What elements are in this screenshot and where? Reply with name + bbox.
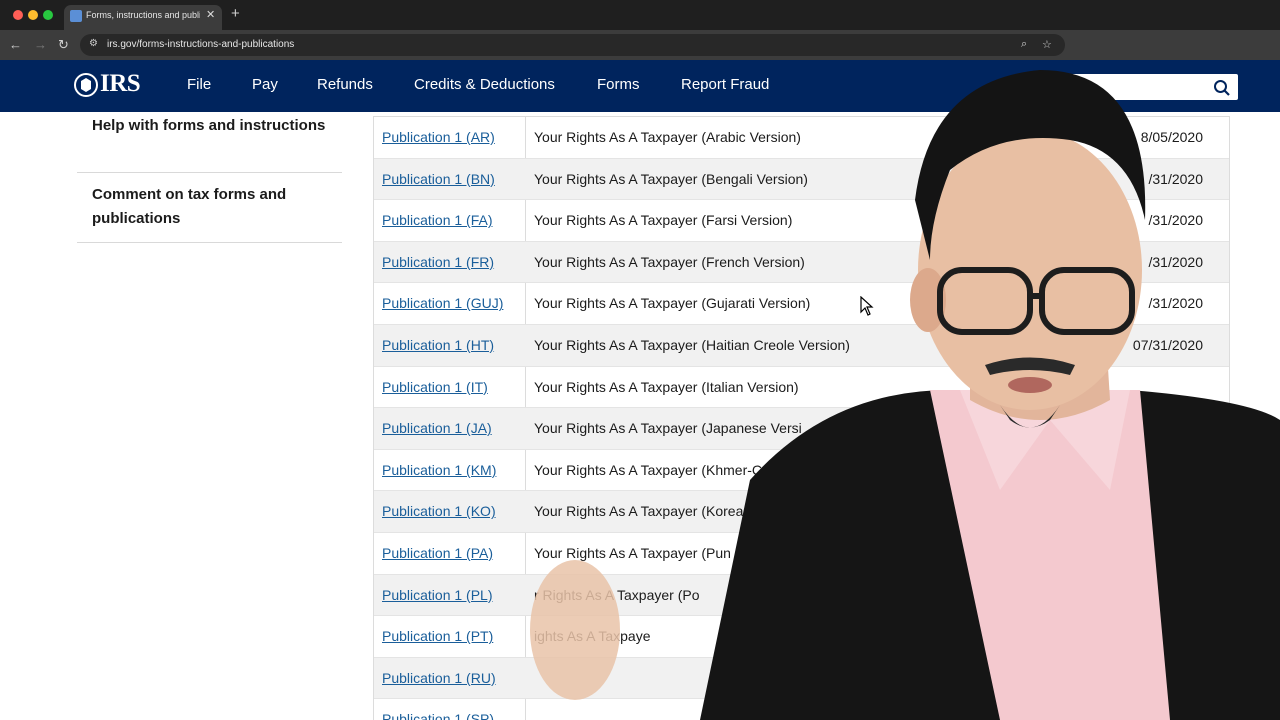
- reload-icon[interactable]: ↻: [58, 37, 69, 53]
- nav-file[interactable]: File: [187, 76, 211, 93]
- sidebar-item-label: Help with forms and instructions: [92, 117, 326, 134]
- publication-link[interactable]: Publication 1 (AR): [382, 129, 495, 145]
- publication-link[interactable]: Publication 1 (FA): [382, 212, 493, 228]
- nav-refunds[interactable]: Refunds: [317, 76, 373, 93]
- bookmark-star-icon[interactable]: ☆: [1042, 38, 1052, 51]
- publication-link[interactable]: Publication 1 (HT): [382, 337, 494, 353]
- browser-toolbar: ← → ↻ ⚙ irs.gov/forms-instructions-and-p…: [0, 30, 1280, 82]
- url-text[interactable]: irs.gov/forms-instructions-and-publicati…: [107, 39, 294, 50]
- back-arrow-icon[interactable]: ←: [9, 37, 22, 52]
- publication-link[interactable]: Publication 1 (BN): [382, 171, 495, 187]
- sidebar-item-label: Comment on tax forms and publications: [92, 186, 287, 227]
- publication-link[interactable]: Publication 1 (KO): [382, 503, 496, 519]
- publication-link[interactable]: Publication 1 (RU): [382, 670, 496, 686]
- sidebar-item-comment-forms[interactable]: Comment on tax forms and publications: [77, 173, 342, 243]
- window-minimize-button[interactable]: [28, 10, 38, 20]
- site-info-icon[interactable]: ⚙: [89, 38, 98, 49]
- new-tab-button[interactable]: +: [231, 5, 240, 22]
- irs-favicon-icon: [70, 10, 82, 22]
- address-bar[interactable]: ⚙ irs.gov/forms-instructions-and-publica…: [80, 34, 1065, 56]
- publication-link[interactable]: Publication 1 (PL): [382, 587, 493, 603]
- publication-link[interactable]: Publication 1 (JA): [382, 420, 492, 436]
- browser-tab[interactable]: Forms, instructions and publi ✕: [64, 5, 222, 30]
- publication-link[interactable]: Publication 1 (IT): [382, 379, 488, 395]
- publication-link[interactable]: Publication 1 (FR): [382, 254, 494, 270]
- irs-eagle-icon: [74, 73, 98, 97]
- tab-title: Forms, instructions and publi: [86, 10, 200, 20]
- close-icon[interactable]: ✕: [206, 8, 215, 21]
- nav-pay[interactable]: Pay: [252, 76, 278, 93]
- browser-tab-strip: Forms, instructions and publi ✕ +: [0, 0, 1280, 30]
- sidebar-item-help-forms[interactable]: Help with forms and instructions: [77, 112, 342, 173]
- publication-link[interactable]: Publication 1 (SP): [382, 711, 494, 720]
- presenter-webcam-overlay: [530, 70, 1280, 720]
- publication-link[interactable]: Publication 1 (PT): [382, 628, 493, 644]
- publication-link[interactable]: Publication 1 (GUJ): [382, 295, 503, 311]
- irs-logo-text: IRS: [100, 70, 141, 97]
- window-close-button[interactable]: [13, 10, 23, 20]
- zoom-icon[interactable]: ⌕: [1021, 38, 1027, 51]
- forward-arrow-icon[interactable]: →: [34, 37, 47, 52]
- window-maximize-button[interactable]: [43, 10, 53, 20]
- publication-link[interactable]: Publication 1 (KM): [382, 462, 496, 478]
- publication-link[interactable]: Publication 1 (PA): [382, 545, 493, 561]
